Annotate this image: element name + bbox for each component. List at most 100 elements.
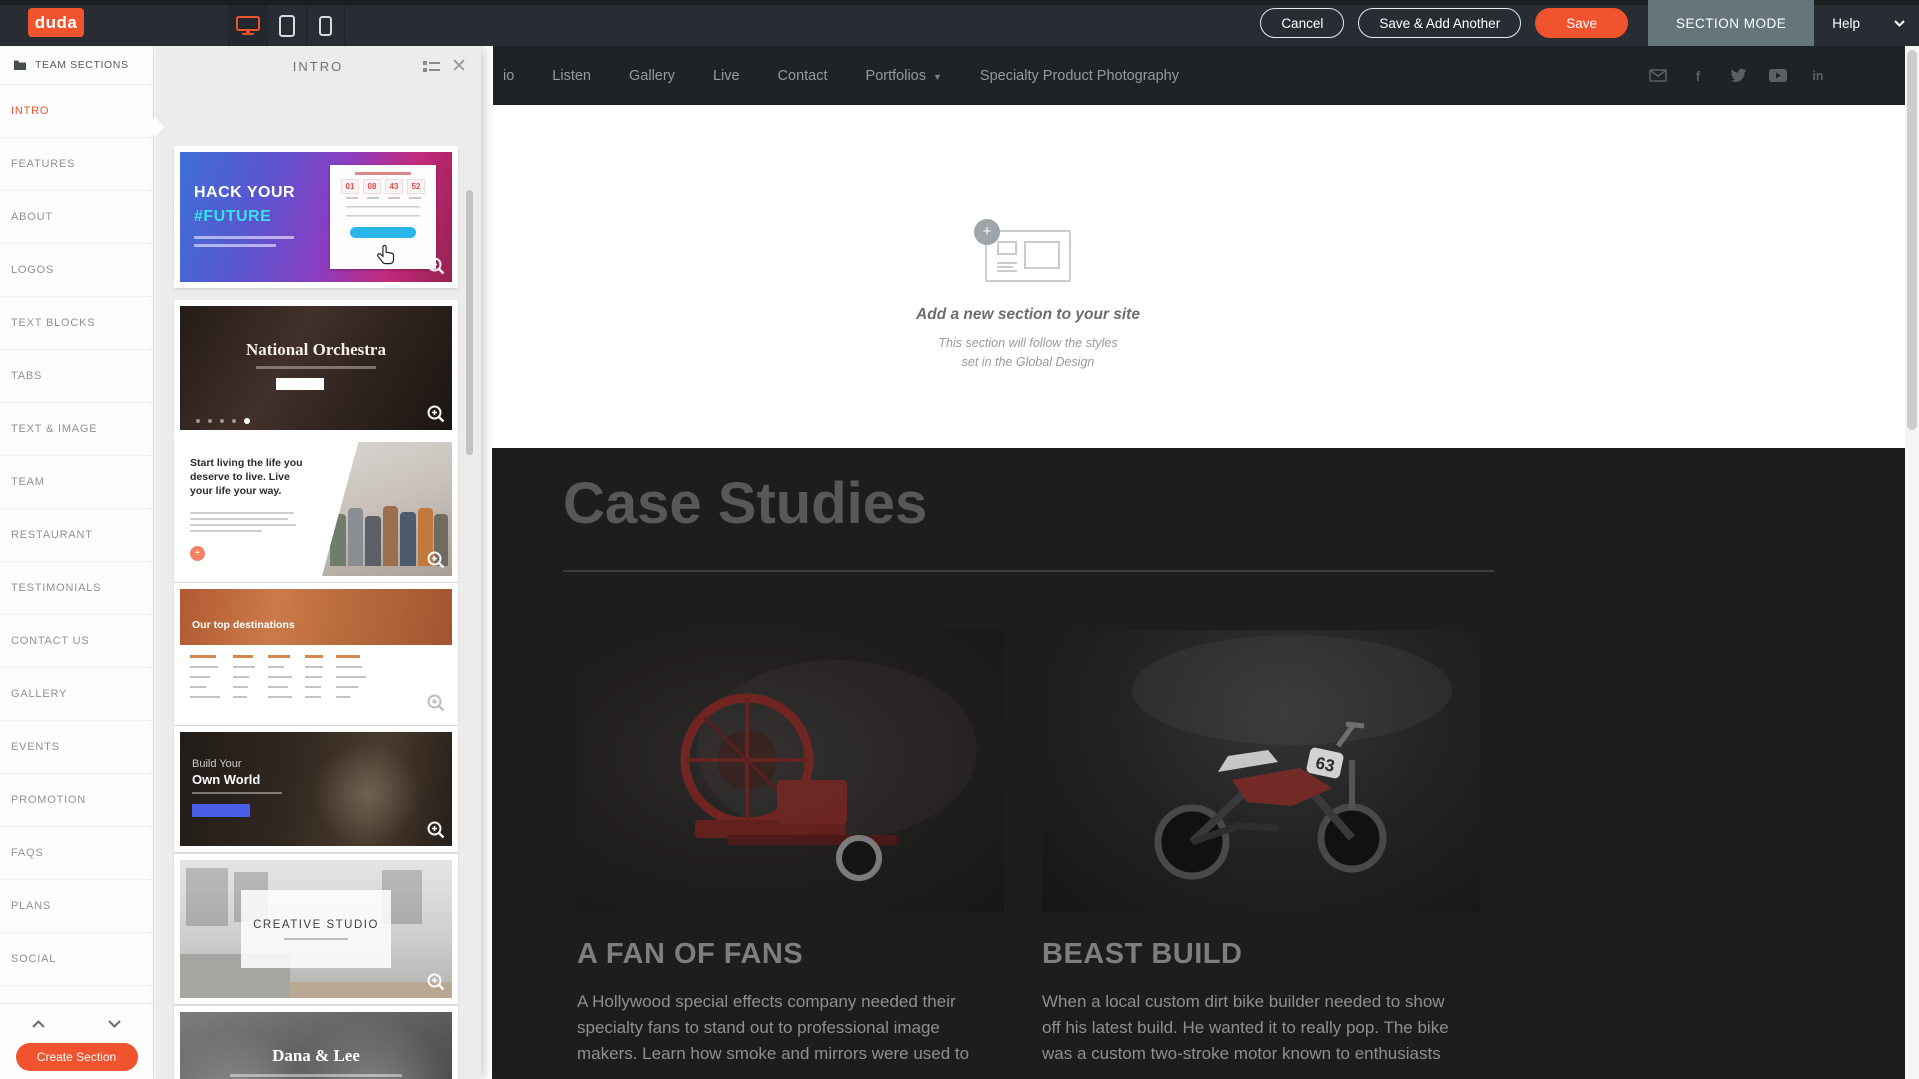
sidebar-bottom: Create Section [0, 1003, 153, 1079]
chevron-down-icon: ▼ [933, 72, 942, 82]
sidebar-item-faqs[interactable]: FAQS [0, 827, 153, 880]
zoom-icon[interactable] [426, 693, 446, 713]
section-mode-badge: SECTION MODE [1648, 0, 1814, 46]
intro-sections-panel: INTRO ✕ HACK YOUR #FUTURE [155, 46, 481, 1079]
panel-header: INTRO ✕ [155, 46, 481, 86]
nav-item-partial[interactable]: io [503, 68, 514, 84]
list-view-icon[interactable] [423, 60, 441, 73]
linkedin-icon[interactable]: in [1809, 67, 1827, 85]
bike-number: 63 [1314, 753, 1336, 776]
section-template-dana-and-lee[interactable]: Dana & Lee ▼ [174, 1006, 458, 1079]
chevron-up-icon [32, 1020, 45, 1028]
panel-scrollbar[interactable] [466, 190, 473, 455]
zoom-icon[interactable] [426, 820, 446, 840]
mobile-icon [319, 16, 332, 36]
scrollbar-thumb[interactable] [1907, 50, 1917, 430]
cancel-button[interactable]: Cancel [1260, 8, 1344, 38]
section-template-start-living[interactable]: Start living the life you deserve to liv… [174, 436, 458, 582]
sidebar-item-social[interactable]: SOCIAL [0, 933, 153, 986]
template-title: Build Your [192, 758, 242, 770]
template-subtitle: Own World [192, 772, 260, 787]
save-button[interactable]: Save [1535, 8, 1628, 38]
create-section-button[interactable]: Create Section [16, 1043, 138, 1071]
destinations-table [190, 651, 379, 702]
desktop-preview-button[interactable] [228, 5, 267, 46]
nav-item-gallery[interactable]: Gallery [629, 68, 675, 84]
sidebar-item-features[interactable]: FEATURES [0, 138, 153, 191]
add-section-icon: + [985, 230, 1071, 282]
facebook-icon[interactable]: f [1689, 67, 1707, 85]
close-icon[interactable]: ✕ [451, 57, 467, 76]
case-study-title: BEAST BUILD [1042, 938, 1480, 971]
sidebar-item-testimonials[interactable]: TESTIMONIALS [0, 562, 153, 615]
nav-item-listen[interactable]: Listen [552, 68, 591, 84]
scroll-down-button[interactable] [77, 1004, 154, 1043]
zoom-icon[interactable] [426, 256, 446, 276]
sidebar-item-team[interactable]: TEAM [0, 456, 153, 509]
sidebar-item-about[interactable]: ABOUT [0, 191, 153, 244]
sidebar-item-gallery[interactable]: GALLERY [0, 668, 153, 721]
section-template-top-destinations[interactable]: Our top destinations [174, 583, 458, 725]
sidebar-item-restaurant[interactable]: RESTAURANT [0, 509, 153, 562]
case-study-title: A FAN OF FANS [577, 938, 1004, 971]
countdown-value: 43 [385, 179, 403, 194]
add-section-subtitle: This section will follow the styles set … [878, 334, 1178, 372]
sidebar-item-text-blocks[interactable]: TEXT BLOCKS [0, 297, 153, 350]
topbar-actions: Cancel Save & Add Another Save SECTION M… [1260, 0, 1919, 46]
save-add-another-button[interactable]: Save & Add Another [1358, 8, 1521, 38]
zoom-icon[interactable] [426, 550, 446, 570]
zoom-icon[interactable] [426, 404, 446, 424]
device-preview-switcher [228, 5, 345, 46]
case-study-card: 63 BEAST BUILD When a local custom dirt … [1042, 630, 1480, 1067]
section-template-hack-your-future[interactable]: HACK YOUR #FUTURE 01 08 43 52 [174, 146, 458, 288]
section-template-creative-studio[interactable]: CREATIVE STUDIO [174, 854, 458, 1004]
twitter-icon[interactable] [1729, 67, 1747, 85]
panel-body: HACK YOUR #FUTURE 01 08 43 52 [155, 86, 481, 1079]
template-cta-button [276, 378, 324, 390]
sidebar-item-tabs[interactable]: TABS [0, 350, 153, 403]
sidebar-pager [0, 1003, 153, 1043]
section-heading: Case Studies [563, 470, 927, 537]
page-scrollbar[interactable] [1905, 46, 1919, 1079]
desktop-icon [235, 15, 261, 37]
sidebar-item-promotion[interactable]: PROMOTION [0, 774, 153, 827]
mobile-preview-button[interactable] [306, 5, 345, 46]
tablet-icon [279, 15, 295, 37]
sidebar-item-text-image[interactable]: TEXT & IMAGE [0, 403, 153, 456]
countdown-value: 52 [407, 179, 425, 194]
template-title: Dana & Lee [180, 1046, 452, 1066]
sidebar-item-events[interactable]: EVENTS [0, 721, 153, 774]
duda-logo[interactable]: duda [28, 8, 84, 37]
heading-divider [563, 570, 1494, 572]
add-section-placeholder[interactable]: + Add a new section to your site This se… [878, 230, 1178, 372]
scroll-up-button[interactable] [0, 1004, 77, 1043]
sidebar-item-logos[interactable]: LOGOS [0, 244, 153, 297]
sidebar-item-intro[interactable]: INTRO [0, 85, 153, 138]
social-links: f in [1649, 46, 1827, 105]
email-icon[interactable] [1649, 67, 1667, 85]
editor-topbar: duda Cancel Save & A [0, 0, 1919, 46]
add-section-title: Add a new section to your site [878, 306, 1178, 324]
section-template-national-orchestra[interactable]: National Orchestra [174, 300, 458, 436]
section-template-build-your-own-world[interactable]: Build Your Own World [174, 726, 458, 852]
panel-title: INTRO [293, 59, 343, 74]
template-cta-button [350, 227, 416, 238]
sidebar-item-contact-us[interactable]: CONTACT US [0, 615, 153, 668]
plus-badge: + [190, 546, 205, 561]
nav-item-portfolios[interactable]: Portfolios▼ [866, 68, 942, 84]
youtube-icon[interactable] [1769, 67, 1787, 85]
sections-sidebar: TEAM SECTIONS INTRO FEATURES ABOUT LOGOS… [0, 46, 154, 1079]
sidebar-item-plans[interactable]: PLANS [0, 880, 153, 933]
template-cta-button [192, 804, 250, 817]
nav-item-specialty-product-photography[interactable]: Specialty Product Photography [980, 68, 1179, 84]
help-menu[interactable]: Help [1814, 0, 1919, 46]
case-study-text: A Hollywood special effects company need… [577, 989, 997, 1067]
zoom-icon[interactable] [426, 972, 446, 992]
template-title: CREATIVE STUDIO [253, 919, 379, 931]
nav-item-live[interactable]: Live [713, 68, 740, 84]
tablet-preview-button[interactable] [267, 5, 306, 46]
help-label: Help [1832, 16, 1860, 31]
site-navbar: io Listen Gallery Live Contact Portfolio… [493, 46, 1905, 105]
nav-item-contact[interactable]: Contact [778, 68, 828, 84]
template-overlay-card: CREATIVE STUDIO [241, 890, 391, 968]
